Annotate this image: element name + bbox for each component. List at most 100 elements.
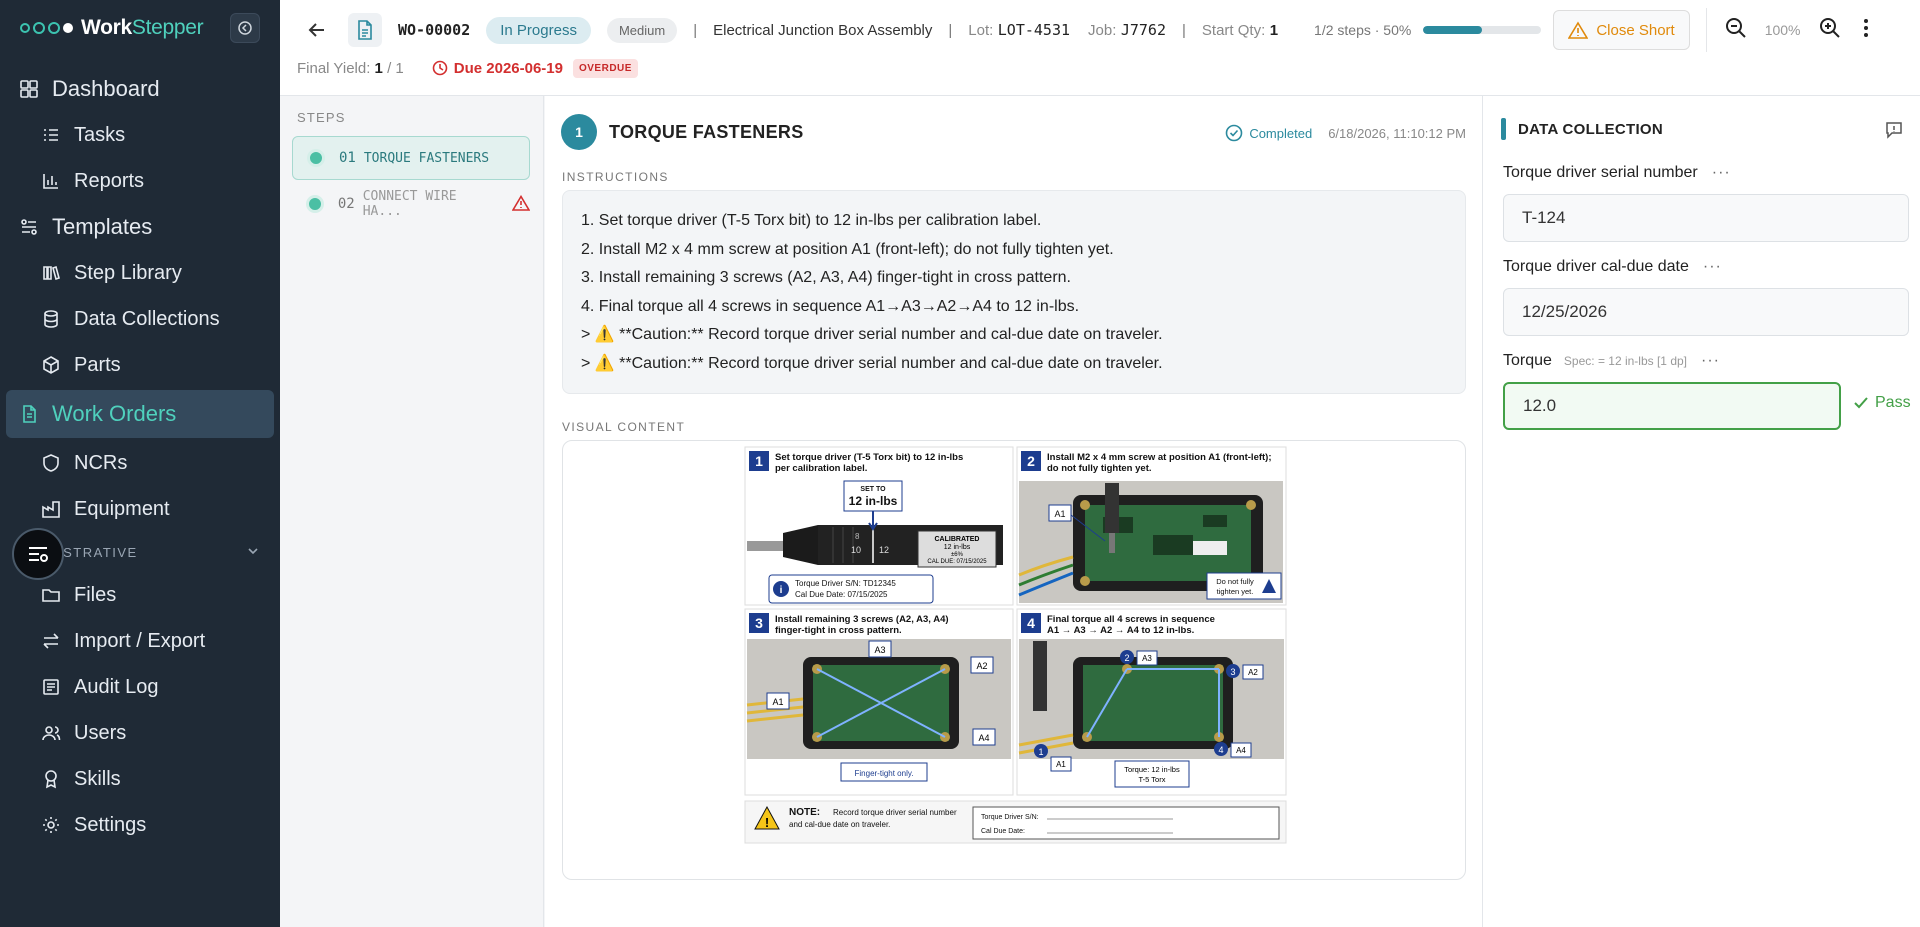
gear-icon <box>40 814 62 836</box>
svg-text:and cal-due date on traveler.: and cal-due date on traveler. <box>789 820 890 829</box>
svg-text:Install remaining 3 screws (A2: Install remaining 3 screws (A2, A3, A4) <box>775 614 949 625</box>
sidebar-item-skills[interactable]: Skills <box>0 756 280 802</box>
svg-text:4: 4 <box>1218 745 1223 755</box>
progress-bar <box>1423 26 1542 34</box>
check-icon <box>1854 397 1868 409</box>
svg-text:Set torque driver (T-5 Torx bi: Set torque driver (T-5 Torx bit) to 12 i… <box>775 452 963 463</box>
field-options-icon[interactable]: ··· <box>1703 258 1722 276</box>
step-item-2[interactable]: 02 CONNECT WIRE HA... <box>292 182 531 226</box>
svg-text:1: 1 <box>1038 747 1043 757</box>
torque-input[interactable] <box>1503 382 1841 430</box>
zoom-out-icon[interactable] <box>1725 17 1747 44</box>
separator: | <box>1181 21 1186 39</box>
sidebar: WorkStepper Dashboard Tasks Reports Temp… <box>0 0 280 927</box>
section-label: ISTRATIVE <box>58 544 138 560</box>
svg-text:i: i <box>780 585 783 596</box>
svg-text:A1: A1 <box>772 697 783 707</box>
svg-text:A3: A3 <box>1142 654 1152 663</box>
field-label-text: Torque driver serial number <box>1503 164 1698 181</box>
data-collection-header: DATA COLLECTION <box>1501 118 1663 140</box>
svg-text:4: 4 <box>1027 615 1035 631</box>
svg-text:T-5 Torx: T-5 Torx <box>1139 775 1166 784</box>
data-collection-title: DATA COLLECTION <box>1518 120 1664 138</box>
instructions-label: INSTRUCTIONS <box>562 170 669 184</box>
steps-progress-text: 1/2 steps · 50% <box>1314 22 1412 38</box>
torque-driver-serial-input[interactable] <box>1503 194 1909 242</box>
svg-text:NOTE:: NOTE: <box>789 807 820 818</box>
final-yield-label: Final Yield: <box>297 59 371 77</box>
work-instruction-figure: 1 Set torque driver (T-5 Torx bit) to 12… <box>743 445 1288 879</box>
comment-icon[interactable] <box>1884 120 1904 145</box>
back-button[interactable] <box>302 15 332 45</box>
work-order-id: WO-00002 <box>398 21 471 39</box>
step-label: TORQUE FASTENERS <box>363 150 490 166</box>
step-number-badge: 1 <box>561 114 597 150</box>
step-number: 02 <box>337 196 355 212</box>
svg-text:A4: A4 <box>978 733 989 743</box>
final-yield-value: 1 <box>374 59 383 77</box>
cal-due-date-input[interactable] <box>1503 288 1909 336</box>
sidebar-item-equipment[interactable]: Equipment <box>0 486 280 532</box>
step-status-dot <box>307 149 325 167</box>
sidebar-item-settings[interactable]: Settings <box>0 802 280 848</box>
sidebar-item-import-export[interactable]: Import / Export <box>0 618 280 664</box>
chevron-down-icon <box>246 544 260 561</box>
sidebar-item-ncrs[interactable]: NCRs <box>0 440 280 486</box>
collapse-sidebar-button[interactable] <box>230 13 260 43</box>
sidebar-item-templates[interactable]: Templates <box>0 204 280 250</box>
svg-text:CAL DUE: 07/15/2025: CAL DUE: 07/15/2025 <box>927 559 987 565</box>
brand-name: WorkStepper <box>81 16 204 39</box>
due-date: Due 2026-06-19 <box>432 60 563 77</box>
svg-text:2: 2 <box>1124 653 1129 663</box>
close-short-label: Close Short <box>1596 21 1675 39</box>
svg-text:Torque Driver S/N: TD12345: Torque Driver S/N: TD12345 <box>795 579 896 588</box>
sidebar-item-work-orders[interactable]: Work Orders <box>6 390 274 438</box>
svg-text:2: 2 <box>1027 453 1035 469</box>
sidebar-item-label: Dashboard <box>52 76 160 101</box>
brand: WorkStepper <box>0 0 280 56</box>
priority-badge: Medium <box>606 17 678 43</box>
library-icon <box>40 262 62 284</box>
field-label-text: Torque driver cal-due date <box>1503 258 1689 275</box>
zoom-in-icon[interactable] <box>1819 17 1841 44</box>
svg-text:Cal Due Date: 07/15/2025: Cal Due Date: 07/15/2025 <box>795 590 888 599</box>
svg-text:3: 3 <box>1230 667 1235 677</box>
svg-text:finger-tight in cross pattern.: finger-tight in cross pattern. <box>775 625 902 636</box>
step-label: CONNECT WIRE HA... <box>362 189 457 219</box>
close-short-button[interactable]: Close Short <box>1553 10 1690 50</box>
svg-text:A1 → A3 → A2 → A4 to 12 in-lbs: A1 → A3 → A2 → A4 to 12 in-lbs. <box>1047 625 1194 636</box>
figure-panel-2: 2 Install M2 x 4 mm screw at position A1… <box>1016 446 1287 606</box>
sidebar-item-tasks[interactable]: Tasks <box>0 112 280 158</box>
sidebar-item-label: Work Orders <box>52 401 177 426</box>
assistant-fab[interactable] <box>12 528 64 580</box>
sidebar-item-step-library[interactable]: Step Library <box>0 250 280 296</box>
instruction-line: 4. Final torque all 4 screws in sequence… <box>581 297 1080 315</box>
step-item-1[interactable]: 01 TORQUE FASTENERS <box>292 136 530 180</box>
sidebar-item-users[interactable]: Users <box>0 710 280 756</box>
document-button[interactable] <box>348 13 382 47</box>
sidebar-item-reports[interactable]: Reports <box>0 158 280 204</box>
more-options-icon[interactable] <box>1863 18 1869 43</box>
sidebar-item-label: NCRs <box>74 451 128 474</box>
sidebar-item-data-collections[interactable]: Data Collections <box>0 296 280 342</box>
box-icon <box>40 354 62 376</box>
dashboard-icon <box>18 78 40 100</box>
field-options-icon[interactable]: ··· <box>1712 164 1731 182</box>
field-label-text: Torque <box>1503 352 1552 369</box>
sidebar-item-label: Equipment <box>74 497 170 520</box>
completed-time: 6/18/2026, 11:10:12 PM <box>1328 125 1466 141</box>
torque-spec: Spec: = 12 in-lbs [1 dp] <box>1563 354 1687 368</box>
award-icon <box>40 768 62 790</box>
folder-icon <box>40 584 62 606</box>
sidebar-item-parts[interactable]: Parts <box>0 342 280 388</box>
field-options-icon[interactable]: ··· <box>1701 352 1720 370</box>
shield-icon <box>40 452 62 474</box>
sidebar-item-dashboard[interactable]: Dashboard <box>0 66 280 112</box>
sidebar-item-label: Users <box>74 721 127 744</box>
sidebar-item-audit-log[interactable]: Audit Log <box>0 664 280 710</box>
svg-text:Final torque all 4 screws in s: Final torque all 4 screws in sequence <box>1047 614 1215 625</box>
document-icon <box>18 403 40 425</box>
zoom-controls: 100% <box>1705 8 1841 52</box>
start-qty-value: 1 <box>1269 21 1279 39</box>
svg-text:Record torque driver serial nu: Record torque driver serial number <box>833 808 957 817</box>
